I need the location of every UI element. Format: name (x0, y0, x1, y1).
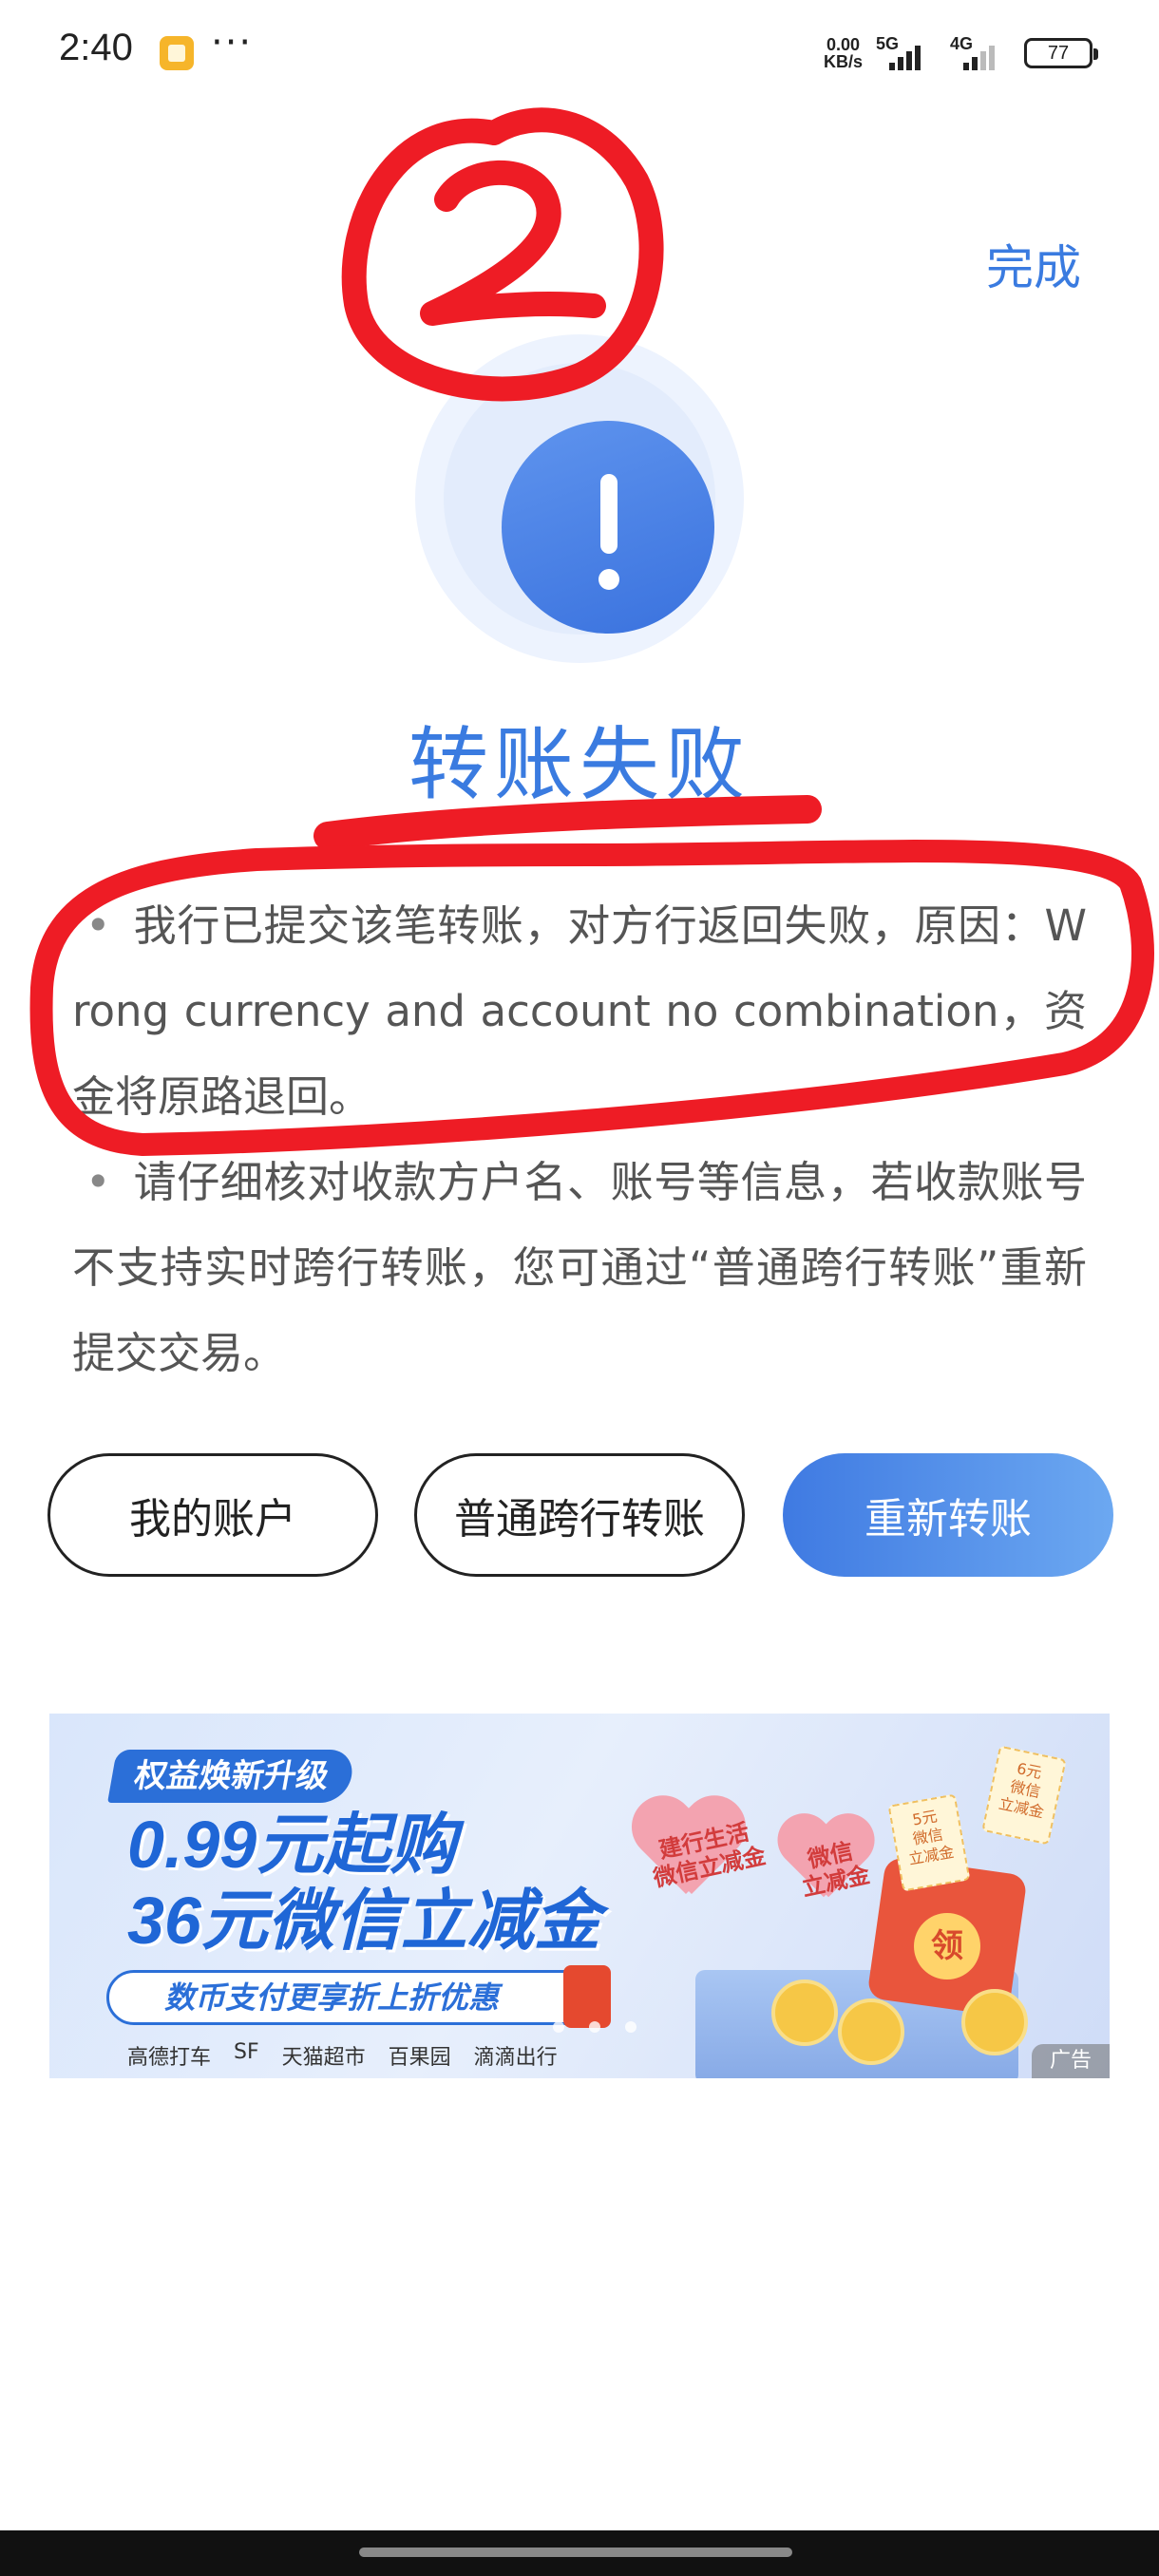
more-notifications-icon: ··· (211, 21, 254, 65)
bullet: • (86, 900, 111, 951)
ad-headline-price: 0.99元起购 (127, 1808, 457, 1882)
ad-partner-logos: 高德打车 SF 天猫超市 百果园 滴滴出行 (127, 2040, 558, 2071)
navigation-bar (0, 2530, 1159, 2576)
annotation-digit (420, 160, 606, 326)
ad-tag: 权益焕新升级 (107, 1750, 356, 1803)
done-button[interactable]: 完成 (986, 230, 1081, 298)
partner-logo: 高德打车 (127, 2046, 212, 2070)
envelope-seal: 领 (914, 1913, 980, 1979)
signal-5g-icon: 5G (876, 34, 937, 72)
result-message: • 我行已提交该笔转账，对方行返回失败，原因：Wrong currency and… (72, 883, 1087, 1396)
ad-promo-pill: 数币支付更享折上折优惠 (106, 1965, 611, 2028)
ad-label: 广告 (1032, 2044, 1110, 2078)
partner-logo: 滴滴出行 (473, 2046, 558, 2070)
ad-banner[interactable]: 权益焕新升级 0.99元起购 36元微信立减金 数币支付更享折上折优惠 高德打车… (49, 1714, 1110, 2078)
status-bar: 2:40 ··· 0.00 KB/s 5G 4G 77 (0, 0, 1159, 104)
my-account-button[interactable]: 我的账户 (48, 1453, 378, 1577)
exclamation-circle-icon (415, 334, 744, 663)
battery-icon: 77 (1024, 38, 1098, 68)
bullet: • (86, 1157, 111, 1207)
retry-hint: • 请仔细核对收款方户名、账号等信息，若收款账号不支持实时跨行转账，您可通过“普通… (72, 1140, 1087, 1396)
notes-app-icon (160, 36, 194, 70)
coin-icon (771, 1979, 838, 2046)
status-indicators: 0.00 KB/s 5G 4G 77 (823, 32, 1098, 74)
carousel-indicator (553, 2021, 636, 2033)
voucher-ticket: 6元 微信 立减金 (981, 1745, 1067, 1846)
partner-logo: SF (234, 2040, 259, 2064)
voucher-ticket: 5元 微信 立减金 (887, 1793, 971, 1892)
ordinary-transfer-button[interactable]: 普通跨行转账 (414, 1453, 745, 1577)
battery-level: 77 (1047, 43, 1070, 64)
coin-icon (961, 1989, 1028, 2055)
status-time: 2:40 (59, 27, 133, 68)
partner-logo: 百果园 (388, 2046, 451, 2070)
coin-icon (838, 1998, 904, 2065)
network-speed: 0.00 KB/s (823, 35, 863, 71)
result-title: 转账失败 (408, 718, 750, 811)
partner-logo: 天猫超市 (281, 2046, 366, 2070)
retry-transfer-button[interactable]: 重新转账 (783, 1453, 1113, 1577)
home-indicator[interactable] (359, 2548, 792, 2557)
failure-reason: • 我行已提交该笔转账，对方行返回失败，原因：Wrong currency and… (72, 883, 1087, 1140)
gift-box-illustration: 领 (676, 1856, 1037, 2078)
signal-4g-icon: 4G (950, 34, 1011, 72)
ad-headline-voucher: 36元微信立减金 (127, 1884, 600, 1958)
